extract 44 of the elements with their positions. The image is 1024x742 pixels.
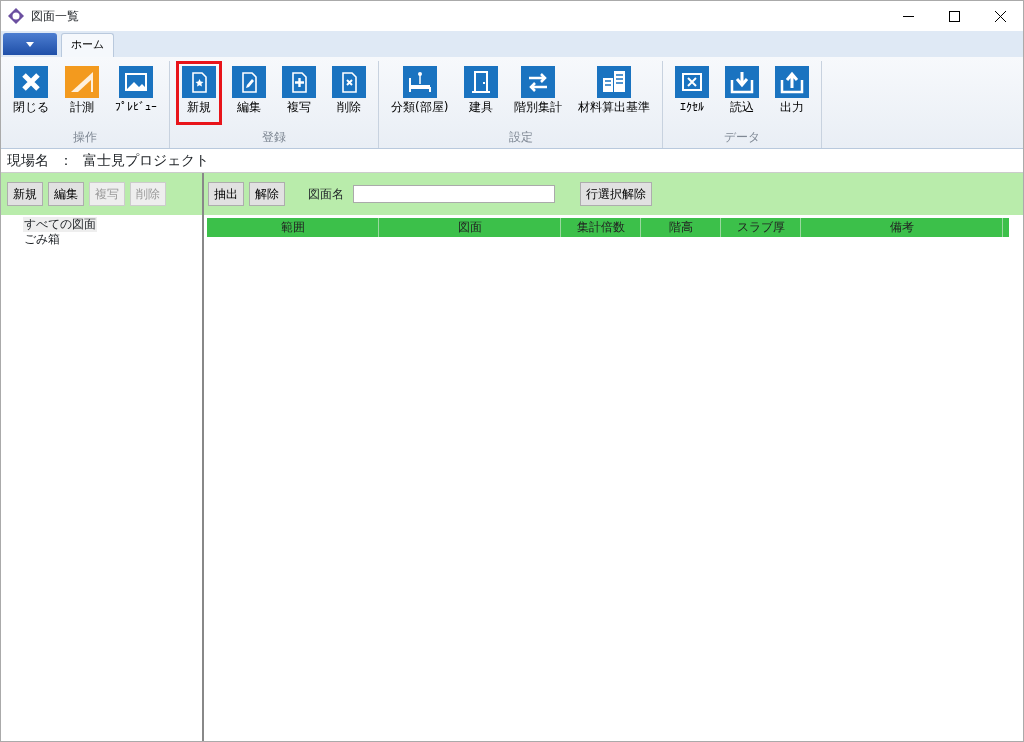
close-icon[interactable]: [994, 10, 1006, 22]
minimize-icon[interactable]: [902, 15, 914, 17]
maximize-icon[interactable]: [948, 10, 960, 22]
group-label: 登録: [262, 129, 286, 146]
ribbon-button[interactable]: 編集: [226, 61, 272, 125]
toolbar-button[interactable]: 編集: [48, 182, 84, 206]
ribbon-button[interactable]: 階別集計: [508, 61, 569, 125]
column-header[interactable]: 階高: [641, 218, 721, 237]
ribbon-button[interactable]: ｴｸｾﾙ: [669, 61, 716, 125]
ribbon-button[interactable]: 削除: [326, 61, 372, 125]
tree-item[interactable]: ごみ箱: [23, 232, 61, 247]
tree-item[interactable]: すべての図面: [23, 217, 97, 232]
separator: ：: [59, 151, 73, 170]
toolbar-button[interactable]: 新規: [7, 182, 43, 206]
ribbon-button[interactable]: 閉じる: [7, 61, 55, 125]
ribbon-button[interactable]: 計測: [59, 61, 105, 125]
group-label: 設定: [508, 129, 533, 146]
field-label: 図面名: [308, 186, 344, 203]
column-header[interactable]: 備考: [801, 218, 1003, 237]
column-header[interactable]: 集計倍数: [561, 218, 641, 237]
toolbar-button[interactable]: 抽出: [208, 182, 244, 206]
app-logo-icon: [7, 7, 25, 25]
clear-selection-button[interactable]: 行選択解除: [580, 182, 652, 206]
ribbon-button[interactable]: 読込: [719, 61, 766, 125]
drawing-name-field[interactable]: [353, 185, 555, 203]
column-header[interactable]: 範囲: [207, 218, 379, 237]
site-label: 現場名: [7, 151, 49, 170]
window-title: 図面一覧: [31, 8, 79, 25]
ribbon-tab[interactable]: ホーム: [61, 33, 114, 57]
ribbon-button[interactable]: 建具: [458, 61, 505, 125]
ribbon-button[interactable]: 出力: [769, 61, 816, 125]
ribbon-button[interactable]: 分類(部屋): [385, 61, 455, 125]
ribbon-button[interactable]: 材料算出基準: [572, 61, 657, 125]
column-header[interactable]: 図面: [379, 218, 561, 237]
ribbon-button[interactable]: 複写: [276, 61, 322, 125]
ribbon-button[interactable]: 新規: [176, 61, 222, 125]
site-name: 富士見プロジェクト: [83, 151, 209, 170]
toolbar-button[interactable]: 解除: [249, 182, 285, 206]
file-menu-button[interactable]: [3, 33, 57, 55]
group-label: データ: [724, 129, 761, 146]
ribbon-button[interactable]: ﾌﾟﾚﾋﾞｭｰ: [109, 61, 163, 125]
caret-icon: [26, 41, 34, 47]
group-label: 操作: [73, 129, 97, 146]
column-header[interactable]: スラブ厚: [721, 218, 801, 237]
